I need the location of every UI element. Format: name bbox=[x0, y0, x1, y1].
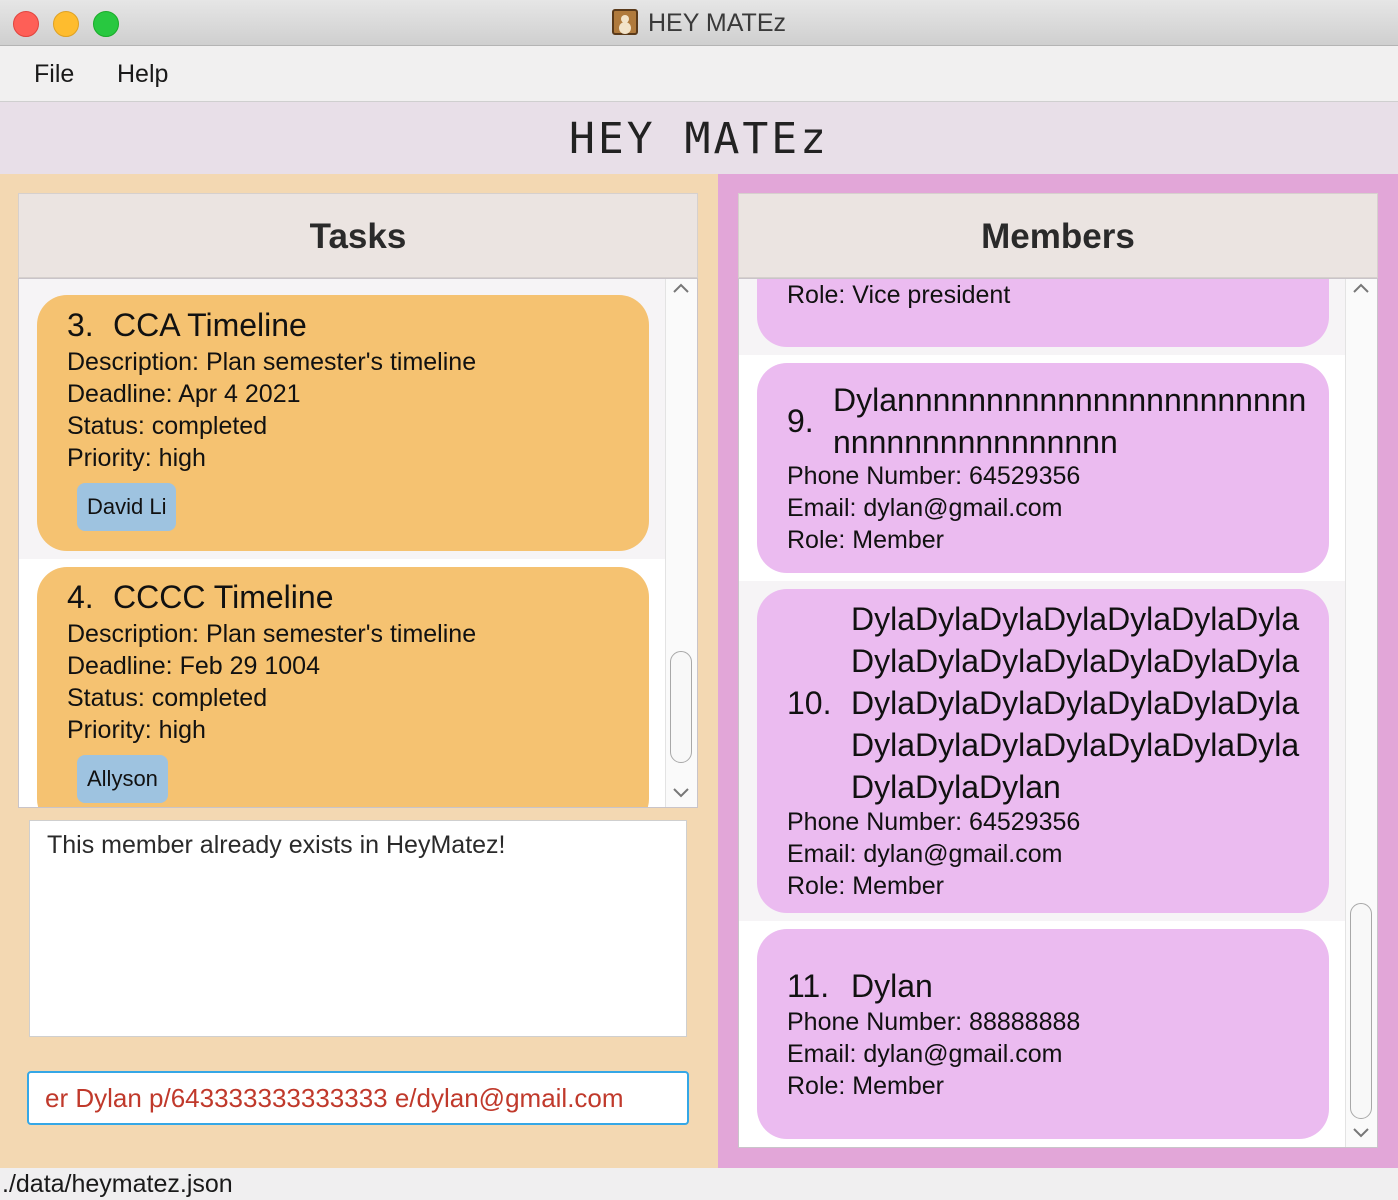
list-item[interactable]: Role: Vice president bbox=[739, 279, 1347, 355]
member-name-line: DylaDylaDylaDylaDylaDylaDyla bbox=[851, 727, 1300, 763]
member-name-line: DylaDylaDylan bbox=[851, 769, 1061, 805]
member-card[interactable]: 10. DylaDylaDylaDylaDylaDylaDyla DylaDyl… bbox=[757, 589, 1329, 913]
task-name: CCA Timeline bbox=[113, 307, 307, 343]
member-role: Role: Member bbox=[787, 526, 944, 554]
menu-help[interactable]: Help bbox=[117, 60, 168, 89]
list-item[interactable]: 9. Dylannnnnnnnnnnnnnnnnnnnnnn nnnnnnnnn… bbox=[739, 355, 1347, 581]
member-phone: Phone Number: 64529356 bbox=[787, 808, 1081, 836]
chevron-up-icon[interactable] bbox=[1346, 279, 1376, 300]
member-name-line: DylaDylaDylaDylaDylaDylaDyla bbox=[851, 643, 1300, 679]
task-description: Description: Plan semester's timeline bbox=[67, 348, 477, 376]
command-input[interactable]: er Dylan p/643333333333333 e/dylan@gmail… bbox=[27, 1071, 689, 1125]
member-index: 9. bbox=[787, 403, 814, 439]
assignee-tag: David Li bbox=[77, 483, 177, 531]
menu-file[interactable]: File bbox=[34, 60, 74, 89]
member-email: Email: dylan@gmail.com bbox=[787, 840, 1063, 868]
task-priority: Priority: high bbox=[67, 444, 206, 472]
list-item[interactable]: 4. CCCC Timeline Description: Plan semes… bbox=[19, 559, 667, 807]
member-role: Role: Vice president bbox=[787, 281, 1011, 309]
task-card[interactable]: 3. CCA Timeline Description: Plan semest… bbox=[37, 295, 649, 551]
task-deadline: Deadline: Feb 29 1004 bbox=[67, 652, 320, 680]
member-list[interactable]: Role: Vice president 9. Dylannnnnnnnnnnn… bbox=[738, 278, 1378, 1148]
task-list[interactable]: 3. CCA Timeline Description: Plan semest… bbox=[18, 278, 698, 808]
member-role: Role: Member bbox=[787, 872, 944, 900]
member-name-line: nnnnnnnnnnnnnnnn bbox=[833, 424, 1118, 460]
member-name-line: DylaDylaDylaDylaDylaDylaDyla bbox=[851, 685, 1300, 721]
members-panel-title: Members bbox=[981, 217, 1135, 256]
members-panel-header: Members bbox=[738, 193, 1378, 278]
tasks-panel-title: Tasks bbox=[309, 217, 407, 256]
member-phone: Phone Number: 88888888 bbox=[787, 1008, 1081, 1036]
contacts-app-icon bbox=[612, 9, 638, 35]
members-pane: Members Role: Vice president 9. Dylannnn… bbox=[718, 174, 1398, 1168]
member-phone: Phone Number: 64529356 bbox=[787, 462, 1081, 490]
member-name-line: DylaDylaDylaDylaDylaDylaDyla bbox=[851, 601, 1300, 637]
app-header: HEY MATEz bbox=[0, 102, 1398, 174]
member-card[interactable]: 9. Dylannnnnnnnnnnnnnnnnnnnnnn nnnnnnnnn… bbox=[757, 363, 1329, 573]
member-list-scrollbar[interactable] bbox=[1345, 279, 1377, 1147]
chevron-up-icon[interactable] bbox=[666, 279, 696, 300]
member-list-scroll-thumb[interactable] bbox=[1350, 903, 1372, 1119]
task-status: Status: completed bbox=[67, 684, 268, 712]
app-title: HEY MATEz bbox=[569, 114, 829, 164]
chevron-down-icon[interactable] bbox=[666, 784, 696, 805]
task-card[interactable]: 4. CCCC Timeline Description: Plan semes… bbox=[37, 567, 649, 807]
member-role: Role: Member bbox=[787, 1072, 944, 1100]
member-name-line: Dylannnnnnnnnnnnnnnnnnnnnnn bbox=[833, 382, 1307, 418]
task-list-scrollbar[interactable] bbox=[665, 279, 697, 807]
result-display: This member already exists in HeyMatez! bbox=[29, 820, 687, 1037]
member-index: 10. bbox=[787, 685, 832, 721]
status-bar: ./data/heymatez.json bbox=[0, 1168, 1398, 1200]
member-card[interactable]: Role: Vice president bbox=[757, 279, 1329, 347]
member-card[interactable]: 11. Dylan Phone Number: 88888888 Email: … bbox=[757, 929, 1329, 1139]
assignee-tag: Allyson bbox=[77, 755, 168, 803]
chevron-down-icon[interactable] bbox=[1346, 1124, 1376, 1145]
task-priority: Priority: high bbox=[67, 716, 206, 744]
window-title-bar: HEY MATEz bbox=[0, 0, 1398, 46]
member-email: Email: dylan@gmail.com bbox=[787, 494, 1063, 522]
task-description: Description: Plan semester's timeline bbox=[67, 620, 477, 648]
task-name: CCCC Timeline bbox=[113, 579, 334, 615]
list-item[interactable]: 10. DylaDylaDylaDylaDylaDylaDyla DylaDyl… bbox=[739, 581, 1347, 921]
member-name-line: Dylan bbox=[851, 968, 933, 1004]
member-index: 11. bbox=[787, 968, 830, 1004]
task-list-scroll-thumb[interactable] bbox=[670, 651, 692, 763]
window-title-text: HEY MATEz bbox=[648, 9, 786, 37]
command-text: er Dylan p/643333333333333 e/dylan@gmail… bbox=[45, 1083, 624, 1113]
menu-bar: File Help bbox=[0, 46, 1398, 102]
list-item[interactable]: 3. CCA Timeline Description: Plan semest… bbox=[19, 287, 667, 559]
result-message: This member already exists in HeyMatez! bbox=[47, 831, 506, 859]
tasks-panel-header: Tasks bbox=[18, 193, 698, 278]
task-index: 4. bbox=[67, 579, 94, 615]
data-file-path: ./data/heymatez.json bbox=[2, 1170, 233, 1198]
task-status: Status: completed bbox=[67, 412, 268, 440]
list-item[interactable]: 11. Dylan Phone Number: 88888888 Email: … bbox=[739, 921, 1347, 1147]
task-index: 3. bbox=[67, 307, 94, 343]
window-title: HEY MATEz bbox=[0, 9, 1398, 38]
task-deadline: Deadline: Apr 4 2021 bbox=[67, 380, 301, 408]
member-email: Email: dylan@gmail.com bbox=[787, 1040, 1063, 1068]
